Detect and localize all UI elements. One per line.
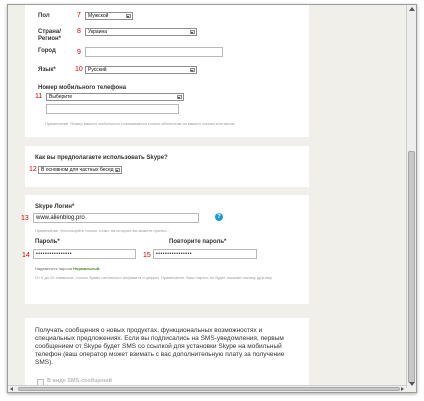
question-icon[interactable]: ? — [215, 213, 223, 221]
hscroll-thumb[interactable] — [18, 387, 400, 391]
promo-card: Получать сообщения о новых продуктах, фу… — [25, 318, 309, 392]
city-number: 9 — [77, 49, 81, 56]
gender-select-value: Мужской — [88, 13, 109, 19]
language-select[interactable]: Русский — [85, 66, 197, 74]
scroll-right-icon[interactable] — [401, 387, 404, 391]
confirm-input[interactable]: •••••••••••••••• — [153, 249, 257, 259]
password-input[interactable]: •••••••••••••••• — [33, 249, 136, 259]
city-input[interactable] — [85, 47, 223, 57]
strength-prefix: Надежность пароля — [35, 266, 73, 271]
mobile-label: Номер мобильного телефона — [38, 85, 127, 91]
mobile-number: 11 — [35, 93, 43, 100]
confirm-number: 15 — [143, 252, 151, 259]
language-number: 10 — [75, 66, 83, 73]
promo-text: Получать сообщения о новых продуктах, фу… — [35, 327, 285, 366]
usage-select-value: В основном для частных бесед — [41, 167, 114, 173]
sms-option-label: В виде SMS-сообщений — [47, 378, 113, 384]
password-strength: Надежность пароля Нормальный. — [35, 266, 100, 271]
language-label: Язык* — [38, 67, 56, 73]
mobile-country-value: Выберите — [49, 94, 73, 100]
usage-select[interactable]: В основном для частных бесед — [38, 166, 122, 174]
profile-card: Пол 7 Мужской Страна/ Регион* 8 Украина … — [25, 5, 309, 137]
gender-label: Пол — [38, 13, 50, 19]
country-select[interactable]: Украина — [85, 28, 197, 36]
country-label: Страна/ Регион* — [38, 29, 62, 42]
chevron-down-icon — [115, 168, 120, 172]
login-hint: Примечание. Используйте только точки, на… — [35, 228, 170, 233]
strength-value: Нормальный. — [73, 266, 101, 271]
city-label: Город — [38, 48, 56, 54]
gender-number: 7 — [77, 12, 81, 19]
horizontal-scrollbar[interactable] — [8, 385, 406, 392]
usage-number: 12 — [29, 166, 37, 173]
usage-question: Как вы предполагаете использовать Skype? — [35, 155, 168, 161]
chevron-down-icon — [177, 95, 182, 99]
password-label: Пароль* — [35, 239, 60, 245]
scroll-down-icon[interactable] — [409, 382, 415, 386]
browser-window: Пол 7 Мужской Страна/ Регион* 8 Украина … — [7, 4, 417, 393]
password-number: 14 — [22, 252, 30, 259]
password-hint: От 6 до 20 символов, только буквы латинс… — [35, 275, 273, 280]
vertical-scrollbar[interactable] — [406, 5, 416, 388]
gender-select[interactable]: Мужской — [85, 12, 133, 20]
account-card: Skype Логин* 13 www.alienblog.pro ? Прим… — [21, 195, 309, 304]
chevron-down-icon — [190, 68, 195, 72]
mobile-number-input[interactable] — [46, 104, 179, 114]
login-label: Skype Логин* — [35, 204, 75, 210]
mobile-country-select[interactable]: Выберите — [46, 93, 184, 101]
login-number: 13 — [21, 215, 29, 222]
chevron-down-icon — [190, 30, 195, 34]
login-input[interactable]: www.alienblog.pro — [33, 213, 199, 223]
chevron-down-icon — [126, 14, 131, 18]
scroll-up-icon[interactable] — [409, 7, 415, 11]
scroll-thumb[interactable] — [408, 151, 415, 383]
usage-card: Как вы предполагаете использовать Skype?… — [25, 146, 309, 187]
country-select-value: Украина — [88, 29, 108, 35]
mobile-hint: Примечание. Номер вашего мобильного пока… — [45, 121, 236, 126]
scroll-left-icon[interactable] — [10, 387, 13, 391]
country-number: 8 — [77, 28, 81, 35]
language-select-value: Русский — [88, 67, 107, 73]
confirm-label: Повторите пароль* — [169, 239, 227, 245]
